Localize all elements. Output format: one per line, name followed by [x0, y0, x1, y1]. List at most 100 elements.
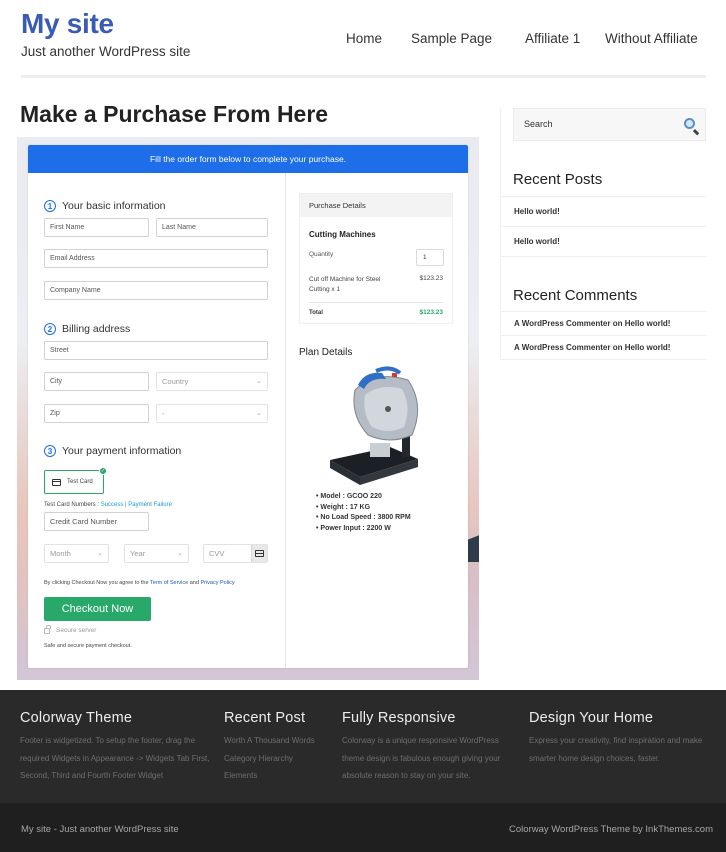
state-select[interactable]: - ⌄ [156, 404, 268, 423]
footer-col-colorway: Colorway Theme Footer is widgetized. To … [20, 710, 215, 785]
check-icon: ✓ [99, 467, 107, 475]
cvv-placeholder: CVV [209, 549, 225, 558]
step-label: Your basic information [62, 200, 166, 212]
first-name-input[interactable]: First Name [44, 218, 149, 237]
city-input[interactable]: City [44, 372, 149, 391]
checkout-now-button[interactable]: Checkout Now [44, 597, 151, 621]
product-group: Cutting Machines [309, 230, 376, 239]
spec-item: Weight : 17 KG [316, 503, 411, 514]
test-card-label: Test Card [67, 479, 93, 485]
test-success-link[interactable]: Success [101, 502, 124, 508]
step-number-1: 1 [44, 200, 56, 212]
step-label: Your payment information [62, 445, 182, 457]
chevron-down-icon: ⌄ [256, 378, 262, 385]
recent-comments-title: Recent Comments [513, 287, 638, 304]
recent-post-link[interactable]: Hello world! [501, 196, 706, 226]
footer-post-link[interactable]: Worth A Thousand Words [224, 732, 334, 750]
footer-post-link[interactable]: Category Hierarchy [224, 750, 334, 768]
order-form-image: Fill the order form below to complete yo… [17, 137, 479, 680]
plan-details-heading: Plan Details [299, 347, 353, 358]
nav-affiliate-1[interactable]: Affiliate 1 [525, 31, 580, 46]
step-billing-address: 2 Billing address [44, 323, 130, 335]
safe-checkout-text: Safe and secure payment checkout. [44, 643, 132, 649]
recent-post-link[interactable]: Hello world! [501, 226, 706, 256]
search-icon[interactable] [684, 118, 695, 129]
footer-col-title: Design Your Home [529, 710, 654, 726]
cvv-card-button[interactable] [251, 545, 267, 562]
month-select[interactable]: Month ⌄ [44, 544, 109, 563]
page-title: Make a Purchase From Here [20, 101, 329, 127]
search-placeholder: Search [524, 119, 553, 129]
main-nav: Home Sample Page Affiliate 1 Without Aff… [0, 31, 726, 49]
footer-col-text: Footer is widgetized. To setup the foote… [20, 736, 210, 780]
last-name-input[interactable]: Last Name [156, 218, 268, 237]
chevron-down-icon: ⌄ [256, 410, 262, 417]
nav-home[interactable]: Home [346, 31, 382, 46]
company-input[interactable]: Company Name [44, 281, 268, 300]
quantity-input[interactable]: 1 [416, 249, 444, 266]
agreement-and: and [188, 580, 201, 586]
line-item-price: $123.23 [419, 275, 444, 282]
total-divider [309, 302, 443, 303]
footer-col-text: Express your creativity, find inspiratio… [529, 736, 703, 763]
search-input[interactable]: Search [513, 108, 706, 141]
cvv-input[interactable]: CVV [203, 544, 268, 563]
order-form-banner: Fill the order form below to complete yo… [28, 145, 468, 173]
footer-bottom-bar: My site - Just another WordPress site Co… [0, 803, 726, 852]
step-number-3: 3 [44, 445, 56, 457]
year-select[interactable]: Year ⌄ [124, 544, 189, 563]
chevron-down-icon: ⌄ [97, 550, 103, 557]
agreement-text: By clicking Checkout Now you agree to th… [44, 580, 235, 586]
order-form-card: Fill the order form below to complete yo… [28, 145, 468, 668]
year-select-value: Year [130, 549, 146, 558]
recent-comment-link[interactable]: A WordPress Commenter on Hello world! [501, 311, 706, 335]
chevron-down-icon: ⌄ [177, 550, 183, 557]
footer-post-link[interactable]: Elements [224, 767, 334, 785]
purchase-details-box: Purchase Details Cutting Machines Quanti… [299, 193, 453, 324]
footer-col-title: Colorway Theme [20, 710, 133, 726]
step-payment-info: 3 Your payment information [44, 445, 181, 457]
nav-sample-page[interactable]: Sample Page [411, 31, 492, 46]
site-header: My site Just another WordPress site Home… [0, 0, 726, 80]
step-number-2: 2 [44, 323, 56, 335]
quantity-label: Quantity [309, 251, 334, 258]
step-label: Billing address [62, 323, 131, 335]
test-card-numbers: Test Card Numbers : Success | Payment Fa… [44, 502, 172, 508]
zip-input[interactable]: Zip [44, 404, 149, 423]
plan-specs-list: Model : GCOO 220 Weight : 17 KG No Load … [316, 492, 411, 535]
street-input[interactable]: Street [44, 341, 268, 360]
purchase-details-heading: Purchase Details [300, 194, 452, 217]
recent-comment-link[interactable]: A WordPress Commenter on Hello world! [501, 335, 706, 359]
spec-item: Power Input : 2200 W [316, 524, 411, 535]
footer-col-title: Fully Responsive [342, 710, 456, 726]
widget-divider [501, 256, 706, 257]
total-value: $123.23 [419, 309, 444, 316]
country-select[interactable]: Country ⌄ [156, 372, 268, 391]
footer-widgets: Colorway Theme Footer is widgetized. To … [0, 690, 726, 803]
state-select-value: - [162, 409, 165, 418]
nav-without-affiliate[interactable]: Without Affiliate [605, 31, 698, 46]
credit-card-icon [255, 550, 264, 557]
total-label: Total [309, 310, 323, 316]
terms-link[interactable]: Term of Service [150, 580, 188, 586]
test-failure-link[interactable]: Payment Failure [128, 502, 172, 508]
header-divider [21, 75, 706, 78]
column-divider [285, 173, 286, 668]
cutoff-machine-image [330, 366, 419, 485]
line-item-name: Cut off Machine for Steel Cutting x 1 [309, 276, 381, 293]
test-card-option[interactable]: Test Card ✓ [44, 467, 107, 494]
footer-col-responsive: Fully Responsive Colorway is a unique re… [342, 710, 520, 785]
spec-item: No Load Speed : 3800 RPM [316, 513, 410, 524]
footer-col-design-home: Design Your Home Express your creativity… [529, 710, 721, 767]
spec-item: Model : GCOO 220 [316, 492, 411, 503]
footer-col-title: Recent Post [224, 710, 306, 726]
email-input[interactable]: Email Address [44, 249, 268, 268]
country-select-value: Country [162, 377, 189, 386]
card-number-input[interactable]: Credit Card Number [44, 512, 149, 531]
privacy-link[interactable]: Privacy Policy [200, 580, 234, 586]
recent-posts-title: Recent Posts [513, 171, 603, 188]
agreement-prefix: By clicking Checkout Now you agree to th… [44, 580, 150, 586]
footer-theme-credit[interactable]: Colorway WordPress Theme by InkThemes.co… [509, 824, 713, 835]
test-card-numbers-label: Test Card Numbers : [44, 502, 101, 508]
footer-site-credit: My site - Just another WordPress site [21, 824, 179, 835]
